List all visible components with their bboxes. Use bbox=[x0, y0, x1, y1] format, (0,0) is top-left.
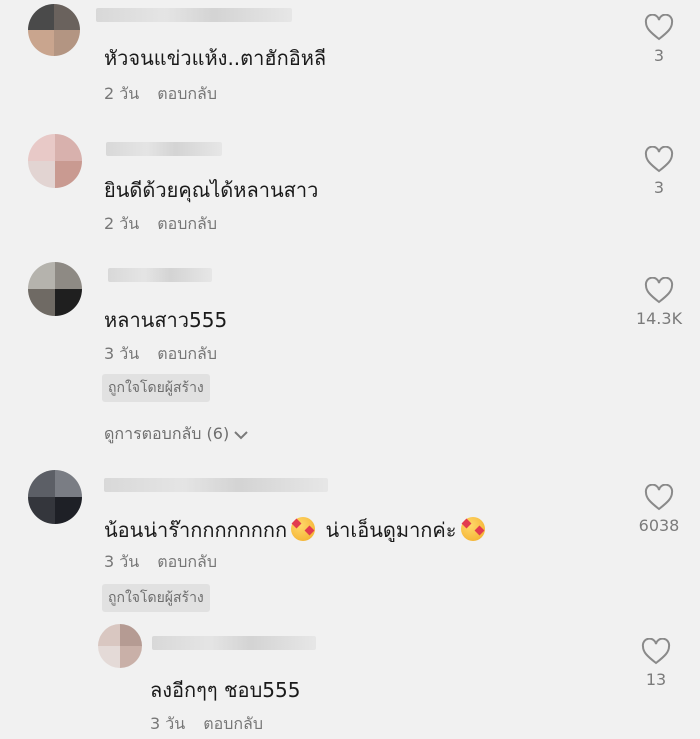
username-blurred[interactable] bbox=[152, 636, 316, 650]
like-button[interactable]: 3 bbox=[619, 14, 699, 65]
comment-text: น้อนน่าร๊ากกกกกกกก น่าเอ็นดูมากค่ะ bbox=[104, 514, 489, 546]
like-count: 13 bbox=[645, 670, 667, 689]
like-button[interactable]: 14.3K bbox=[619, 277, 699, 328]
liked-by-creator-badge: ถูกใจโดยผู้สร้าง bbox=[102, 374, 210, 402]
reply-button[interactable]: ตอบกลับ bbox=[157, 214, 217, 233]
comment-text-part: น้อนน่าร๊ากกกกกกกก bbox=[104, 518, 288, 542]
view-replies-label: ดูการตอบกลับ (6) bbox=[104, 424, 230, 443]
heart-outline-icon bbox=[644, 14, 674, 41]
chevron-down-icon bbox=[234, 430, 248, 439]
like-button[interactable]: 3 bbox=[619, 146, 699, 197]
comment-text-part: น่าเอ็นดูมากค่ะ bbox=[325, 518, 457, 542]
reply-meta: 3 วัน ตอบกลับ bbox=[150, 712, 263, 737]
like-button[interactable]: 13 bbox=[616, 638, 696, 689]
comment-meta: 2 วัน ตอบกลับ bbox=[104, 82, 217, 107]
reply-button[interactable]: ตอบกลับ bbox=[157, 552, 217, 571]
comment-age: 2 วัน bbox=[104, 84, 140, 103]
avatar[interactable] bbox=[28, 470, 82, 524]
avatar[interactable] bbox=[28, 4, 80, 56]
username-blurred[interactable] bbox=[108, 268, 212, 282]
reply-button[interactable]: ตอบกลับ bbox=[157, 84, 217, 103]
comment-age: 3 วัน bbox=[104, 552, 140, 571]
heart-outline-icon bbox=[641, 638, 671, 665]
avatar[interactable] bbox=[28, 262, 82, 316]
like-count: 3 bbox=[653, 46, 665, 65]
heart-outline-icon bbox=[644, 484, 674, 511]
comment-age: 2 วัน bbox=[104, 214, 140, 233]
like-count: 14.3K bbox=[635, 309, 683, 328]
comment-text: ยินดีด้วยคุณได้หลานสาว bbox=[104, 178, 319, 202]
reply-age: 3 วัน bbox=[150, 714, 186, 733]
comment-age: 3 วัน bbox=[104, 344, 140, 363]
comment-meta: 2 วัน ตอบกลับ bbox=[104, 212, 217, 237]
comment-meta: 3 วัน ตอบกลับ bbox=[104, 342, 217, 367]
smiling-face-with-hearts-emoji bbox=[291, 517, 316, 541]
like-count: 6038 bbox=[638, 516, 680, 535]
avatar[interactable] bbox=[98, 624, 142, 668]
comment-meta: 3 วัน ตอบกลับ bbox=[104, 550, 217, 575]
reply-button[interactable]: ตอบกลับ bbox=[203, 714, 263, 733]
heart-outline-icon bbox=[644, 146, 674, 173]
username-blurred[interactable] bbox=[96, 8, 292, 22]
reply-button[interactable]: ตอบกลับ bbox=[157, 344, 217, 363]
like-count: 3 bbox=[653, 178, 665, 197]
like-button[interactable]: 6038 bbox=[619, 484, 699, 535]
reply-text: ลงอีกๆๆ ชอบ555 bbox=[150, 678, 301, 702]
liked-by-creator-badge: ถูกใจโดยผู้สร้าง bbox=[102, 584, 210, 612]
smiling-face-with-hearts-emoji bbox=[460, 517, 485, 541]
heart-outline-icon bbox=[644, 277, 674, 304]
avatar[interactable] bbox=[28, 134, 82, 188]
view-replies-button[interactable]: ดูการตอบกลับ (6) bbox=[104, 422, 249, 447]
comment-text: หัวจนแข่วแห้ง..ตาฮักอิหลี bbox=[104, 46, 327, 70]
username-blurred[interactable] bbox=[104, 478, 328, 492]
username-blurred[interactable] bbox=[106, 142, 222, 156]
comment-text: หลานสาว555 bbox=[104, 308, 228, 332]
